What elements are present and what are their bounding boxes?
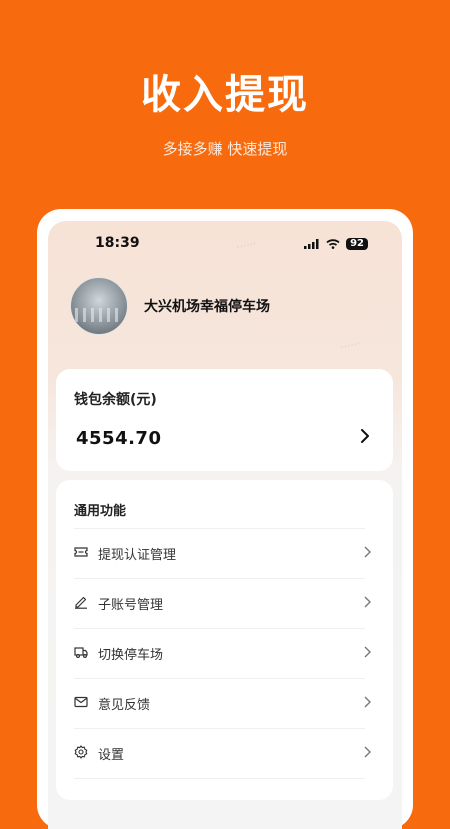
avatar[interactable] xyxy=(70,277,128,335)
edit-icon xyxy=(75,596,87,609)
menu-item-label: 切换停车场 xyxy=(98,648,164,663)
promo-title: 收入提现 xyxy=(141,72,309,118)
menu-item-sub-accounts[interactable]: 子账号管理 xyxy=(74,578,371,628)
menu-item-label: 提现认证管理 xyxy=(98,548,177,563)
mail-icon xyxy=(74,696,88,708)
chevron-right-icon xyxy=(364,746,371,758)
functions-title: 通用功能 xyxy=(74,504,127,519)
battery-indicator: 92 xyxy=(346,238,368,250)
wallet-card[interactable]: 钱包余额(元) 4554.70 xyxy=(56,369,393,471)
menu-item-label: 设置 xyxy=(98,748,125,763)
signal-icon xyxy=(304,239,319,249)
chevron-right-icon xyxy=(364,546,371,558)
chevron-right-icon xyxy=(364,646,371,658)
menu-item-label: 意见反馈 xyxy=(98,698,151,713)
functions-card: 通用功能 提现认证管理 子账号管理 切换停车场 意见反馈 设置 xyxy=(56,480,393,800)
wallet-amount: 4554.70 xyxy=(76,428,162,449)
wifi-icon xyxy=(326,239,340,249)
menu-item-label: 子账号管理 xyxy=(98,598,164,613)
menu-item-switch-lot[interactable]: 切换停车场 xyxy=(74,628,371,678)
status-bar: 18:39 92 xyxy=(48,235,402,257)
phone-frame: ······ ······ 18:39 92 大兴机场幸福停车场 钱包余额(元)… xyxy=(37,209,413,829)
gear-icon xyxy=(74,745,88,759)
watermark: ······ xyxy=(338,336,363,355)
chevron-right-icon xyxy=(364,596,371,608)
parking-lot-name: 大兴机场幸福停车场 xyxy=(144,299,270,315)
profile-header[interactable]: 大兴机场幸福停车场 xyxy=(70,277,270,335)
menu-item-withdraw-auth[interactable]: 提现认证管理 xyxy=(74,528,371,578)
chevron-right-icon xyxy=(364,696,371,708)
functions-menu: 提现认证管理 子账号管理 切换停车场 意见反馈 设置 xyxy=(56,528,393,779)
promo-subtitle: 多接多赚 快速提现 xyxy=(162,140,288,158)
status-time: 18:39 xyxy=(95,235,140,251)
truck-icon xyxy=(74,647,88,659)
wallet-label: 钱包余额(元) xyxy=(74,392,157,408)
app-screen: ······ ······ 18:39 92 大兴机场幸福停车场 钱包余额(元)… xyxy=(48,221,402,829)
menu-item-settings[interactable]: 设置 xyxy=(74,728,371,779)
menu-item-feedback[interactable]: 意见反馈 xyxy=(74,678,371,728)
ticket-icon xyxy=(74,547,88,557)
status-icons: 92 xyxy=(304,238,368,250)
chevron-right-icon[interactable] xyxy=(361,429,369,443)
